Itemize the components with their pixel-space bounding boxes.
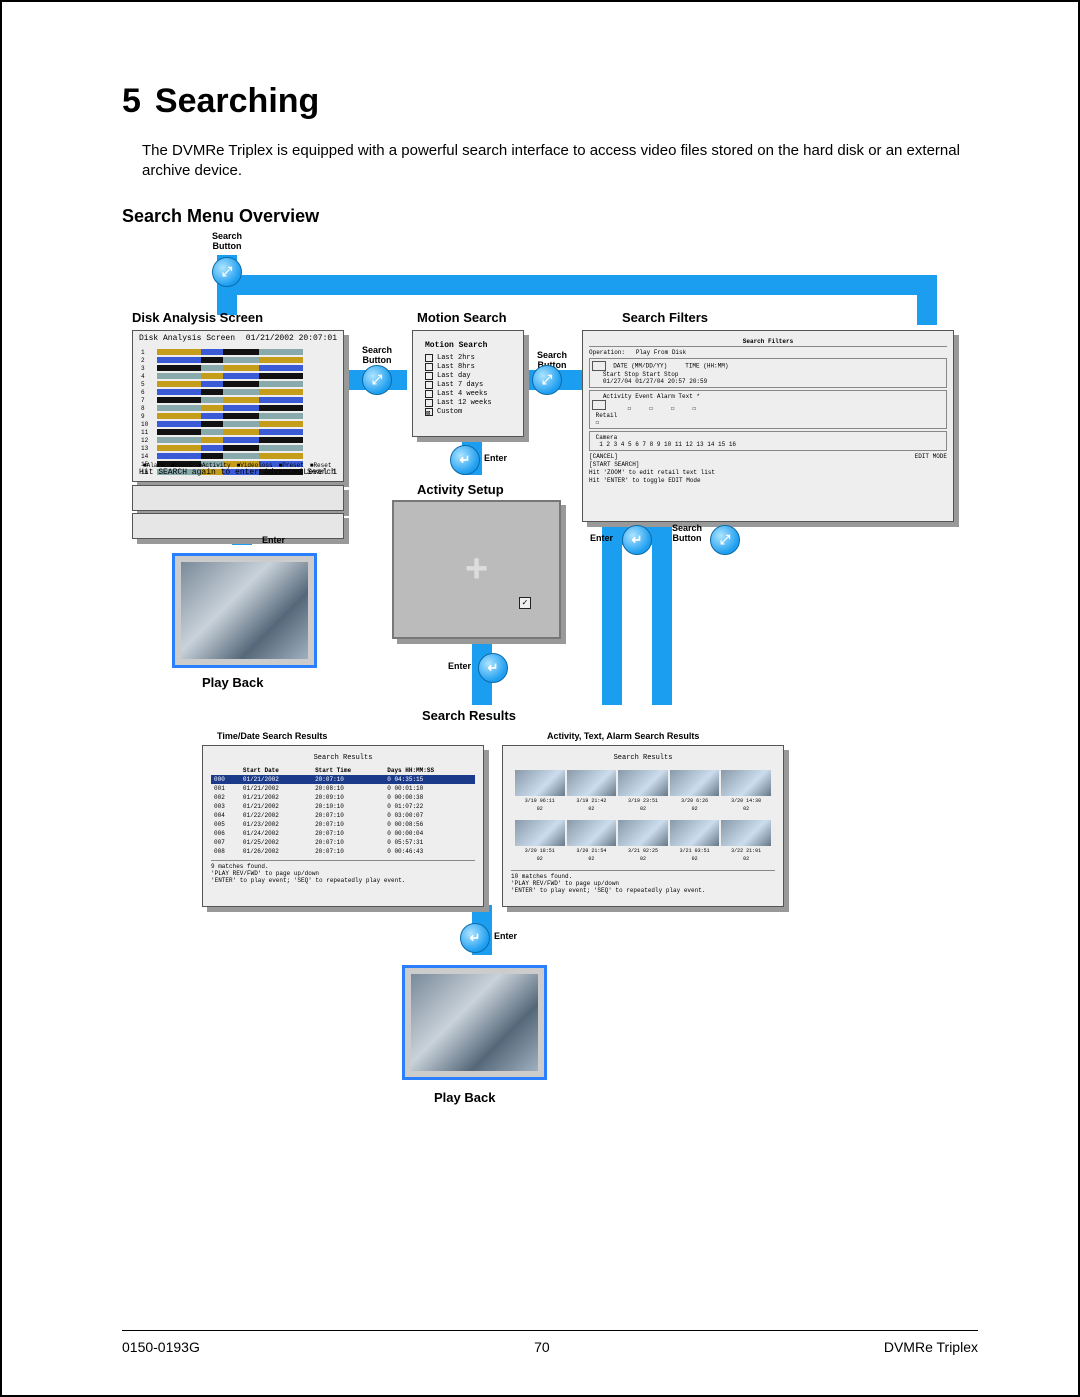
disk-level: Level 1 — [303, 469, 337, 477]
page: 5 Searching The DVMRe Triplex is equipped… — [0, 0, 1080, 1397]
sf-title: Search Filters — [589, 338, 947, 345]
playback-label: Play Back — [202, 675, 263, 690]
motion-search-panel: Motion Search Last 2hrsLast 8hrsLast day… — [412, 330, 524, 437]
results-table: Start DateStart TimeDays HH:MM:SS00001/2… — [211, 766, 475, 856]
motion-search-item: Custom — [437, 408, 462, 416]
checkbox — [425, 390, 433, 398]
chapter-number: 5 — [122, 82, 141, 120]
plus-icon: + — [465, 547, 488, 592]
checkbox — [592, 400, 606, 410]
motion-search-item: Last 12 weeks — [437, 399, 492, 407]
disk-bars: 12345678910111213141516 — [157, 349, 303, 441]
footer-right: DVMRe Triplex — [884, 1339, 978, 1355]
results-hint: 'ENTER' to play event; 'SEQ' to repeated… — [211, 877, 475, 884]
enter-label: Enter — [484, 453, 507, 463]
motion-search-label: Motion Search — [417, 310, 507, 325]
activity-setup-panel: + ✓ — [392, 500, 561, 639]
results-hint: 'PLAY REV/FWD' to page up/down — [211, 870, 475, 877]
flow-arrow — [917, 275, 937, 325]
results-title: Search Results — [211, 754, 475, 762]
enter-button-icon: ↵ — [622, 525, 652, 555]
disk-analysis-timestamp: 01/21/2002 20:07:01 — [246, 335, 337, 343]
checkbox — [425, 399, 433, 407]
results-matches: 9 matches found. — [211, 860, 475, 870]
motion-search-item: Last 7 days — [437, 381, 483, 389]
section-heading: Search Menu Overview — [122, 206, 978, 227]
sf-operation: Play From Disk — [636, 349, 686, 356]
disk-analysis-screen: Disk Analysis Screen 01/21/2002 20:07:01… — [132, 330, 344, 482]
motion-search-item: Last 4 weeks — [437, 390, 487, 398]
playback-thumbnail — [172, 553, 317, 668]
page-footer: 0150-0193G 70 DVMRe Triplex — [122, 1330, 978, 1355]
motion-search-item: Last 8hrs — [437, 363, 475, 371]
activity-setup-label: Activity Setup — [417, 482, 504, 497]
alarm-results-label: Activity, Text, Alarm Search Results — [547, 731, 699, 741]
enter-label: Enter — [590, 533, 613, 543]
motion-search-title: Motion Search — [425, 341, 511, 350]
enter-button-icon: ↵ — [478, 653, 508, 683]
results-hint: 'PLAY REV/FWD' to page up/down — [511, 880, 775, 887]
playback-label: Play Back — [434, 1090, 495, 1105]
time-date-results-label: Time/Date Search Results — [217, 731, 327, 741]
motion-search-item: Last day — [437, 372, 471, 380]
search-filters-label: Search Filters — [622, 310, 708, 325]
search-results-label: Search Results — [422, 708, 516, 723]
thumbnail-grid: 3/20 18:513/20 21:543/21 02:253/21 03:51… — [511, 816, 775, 866]
checkbox — [425, 381, 433, 389]
search-button-icon: ⤢ — [532, 365, 562, 395]
enter-button-icon: ↵ — [450, 445, 480, 475]
alarm-results-panel: Search Results 3/19 06:113/19 21:423/19 … — [502, 745, 784, 907]
footer-center: 70 — [534, 1339, 550, 1355]
enter-button-icon: ↵ — [460, 923, 490, 953]
disk-analysis-label: Disk Analysis Screen — [132, 310, 263, 325]
results-title: Search Results — [511, 754, 775, 762]
disk-analysis-title: Disk Analysis Screen — [139, 335, 235, 343]
search-button-label: Search Button — [197, 231, 257, 251]
checkbox — [425, 363, 433, 371]
chapter-title: Searching — [155, 82, 319, 120]
motion-search-item: Last 2hrs — [437, 354, 475, 362]
flow-diagram: Search Button ⤢ Disk Analysis Screen Dis… — [132, 235, 972, 1165]
search-button-icon: ⤢ — [362, 365, 392, 395]
checkbox — [592, 361, 606, 371]
activity-checkbox: ✓ — [519, 597, 531, 609]
flow-arrow — [652, 525, 672, 705]
search-button-icon: ⤢ — [710, 525, 740, 555]
playback-thumbnail — [402, 965, 547, 1080]
checkbox — [425, 372, 433, 380]
search-filters-panel: Search Filters Operation: Play From Disk… — [582, 330, 954, 522]
results-matches: 10 matches found. — [511, 870, 775, 880]
enter-label: Enter — [494, 931, 517, 941]
intro-text: The DVMRe Triplex is equipped with a pow… — [142, 141, 962, 182]
disk-analysis-sub1 — [132, 485, 344, 511]
enter-label: Enter — [448, 661, 471, 671]
time-date-results-panel: Search Results Start DateStart TimeDays … — [202, 745, 484, 907]
chapter-heading: 5 Searching — [122, 82, 978, 121]
search-button-label: Search Button — [352, 345, 402, 365]
flow-arrow — [602, 525, 622, 705]
checkbox — [425, 354, 433, 362]
footer-left: 0150-0193G — [122, 1339, 200, 1355]
checkbox: ⊠ — [425, 408, 433, 416]
enter-label: Enter — [262, 535, 285, 545]
results-hint: 'ENTER' to play event; 'SEQ' to repeated… — [511, 887, 775, 894]
disk-analysis-sub2 — [132, 513, 344, 539]
search-button-label: Search Button — [662, 523, 712, 543]
flow-arrow — [227, 275, 937, 295]
search-button-icon: ⤢ — [212, 257, 242, 287]
thumbnail-grid: 3/19 06:113/19 21:423/19 23:513/20 6:263… — [511, 766, 775, 816]
